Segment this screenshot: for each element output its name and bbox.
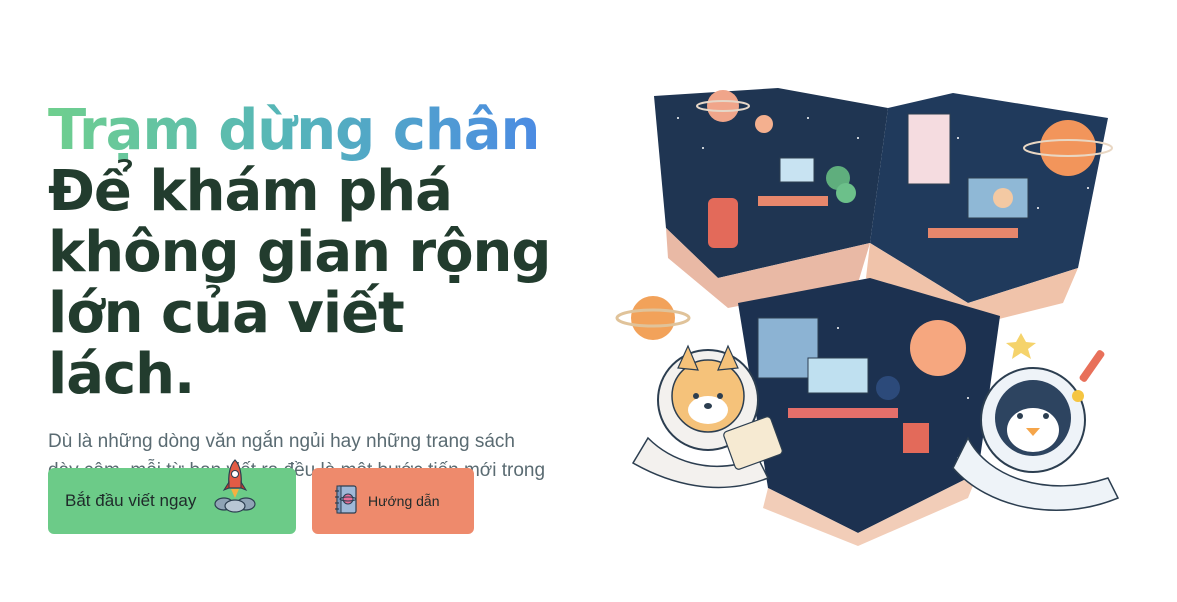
start-writing-label: Bắt đầu viết ngay	[65, 491, 197, 510]
guide-label: Hướng dẫn	[368, 493, 440, 509]
hero-text: Trạm dừng chân Để khám phá không gian rộ…	[48, 100, 568, 514]
page-title: Trạm dừng chân Để khám phá không gian rộ…	[48, 100, 568, 405]
hero-actions: Bắt đầu viết ngay Hướng dẫn	[48, 458, 474, 534]
headline-accent: Trạm dừng chân	[48, 100, 568, 161]
hero-illustration	[608, 78, 1148, 553]
headline-line-3: lớn của viết lách.	[48, 281, 405, 407]
headline-line-1: Để khám phá	[48, 159, 453, 224]
rocket-icon	[210, 458, 260, 519]
notebook-icon	[334, 484, 358, 518]
start-writing-button[interactable]: Bắt đầu viết ngay	[48, 458, 296, 534]
headline-line-2: không gian rộng	[48, 220, 552, 285]
guide-button[interactable]: Hướng dẫn	[312, 468, 474, 534]
